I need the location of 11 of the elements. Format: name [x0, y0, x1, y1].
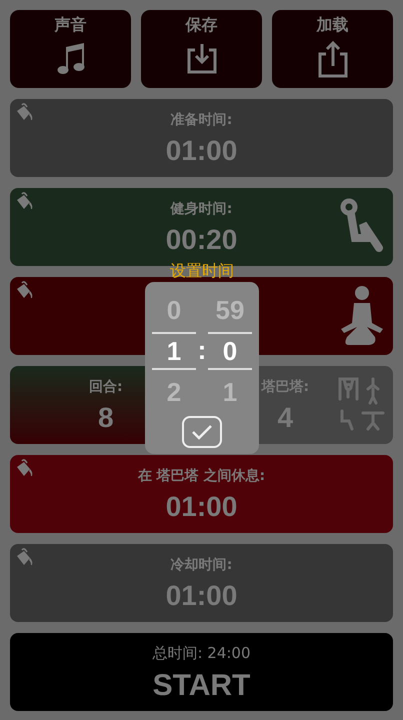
- time-value: 01:00: [166, 135, 238, 167]
- card-title: 在 塔巴塔 之间休息:: [138, 467, 266, 485]
- card-title: 健身时间:: [170, 200, 232, 218]
- time-value: 01:00: [166, 491, 238, 523]
- time-value: 00:20: [166, 224, 238, 256]
- card-title: 冷却时间:: [170, 556, 232, 574]
- time-value: 8: [98, 402, 114, 434]
- card-title: 准备时间:: [170, 111, 232, 129]
- time-value: 01:00: [166, 580, 238, 612]
- time-separator: :: [196, 334, 208, 367]
- card-title: 回合:: [88, 378, 123, 396]
